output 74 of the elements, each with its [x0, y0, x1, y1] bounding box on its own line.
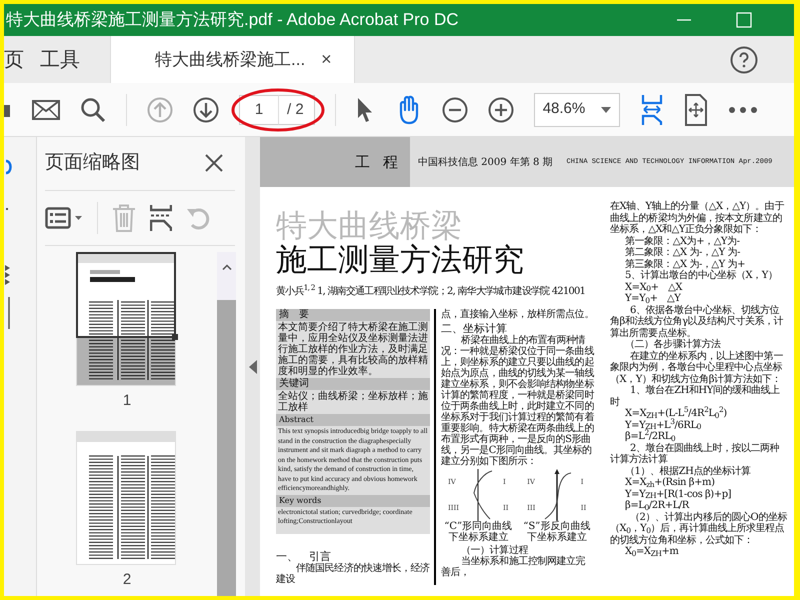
- figure-caption: 下坐标系建立: [526, 532, 588, 543]
- caret-icon: [600, 106, 611, 112]
- section-label: 工 程: [355, 152, 402, 173]
- abstract-heading: 关键词: [276, 378, 430, 390]
- text-line: 第二象限：△X 为-，△Y 为-: [624, 247, 742, 258]
- mail-icon[interactable]: [32, 98, 60, 120]
- page-thumbnail[interactable]: [76, 430, 178, 566]
- text-line: （二）各步骤计算方法: [624, 339, 722, 350]
- page-number-label: 1: [122, 392, 132, 408]
- search-icon[interactable]: [80, 96, 106, 122]
- text-line: X=X$_{zh}$+(Rsin β+m): [624, 477, 716, 488]
- abstract-text: 全站仪；曲线桥梁；坐标放样；施工放样: [277, 390, 429, 414]
- abstract-text: 本文简要介绍了特大桥梁在施工测量中，应用全站仪及坐标测量法进行施工放样的作业方法，及时满足施工的需要，具有比较高的放样精度和明显的作业效率。: [277, 321, 429, 378]
- text-line: β=L$_{0}$/2R+L/R: [624, 500, 690, 512]
- paragraph: 2、墩台在圆曲线上时，按以二两种计算方法计算: [610, 442, 780, 466]
- article-title: 施工测量方法研究: [276, 243, 525, 277]
- paragraph: 6、依据各墩台中心坐标、切线方位角β和法线方位角γ以及结构尺寸关系，计算出所需要点坐标。: [610, 304, 784, 338]
- maximize-icon[interactable]: [736, 12, 752, 28]
- page-number-label: 2: [122, 570, 132, 588]
- next-page-icon[interactable]: [193, 96, 219, 122]
- scroll-up-icon[interactable]: [222, 264, 232, 270]
- collapse-icon[interactable]: [248, 360, 256, 374]
- axes-curve-drawing: [543, 469, 574, 521]
- scrollbar[interactable]: [217, 252, 236, 596]
- text-line: X=X$_{ZH}$+(L-L$^{5}$/4R$^{2}$L$_{0}$$^{2}$): [624, 408, 728, 420]
- tab-close-button[interactable]: ×: [317, 46, 336, 73]
- paragraph: 1、墩台在ZH和HY间的缓和曲线上时: [610, 385, 781, 408]
- text-line: 第三象限：△X 为-，△Y 为+: [624, 258, 746, 270]
- paragraph: 在建立的坐标系内，以上述图中第一象限内为例，各墩台中心里程中心点坐标（X，Y）和切线方位角β计算方法如下：: [610, 350, 784, 384]
- text-line: Y=Y$_{0}$+ △Y: [624, 293, 681, 304]
- help-icon[interactable]: [730, 46, 758, 74]
- page-number-field[interactable]: 1: [239, 94, 279, 124]
- zoom-dropdown[interactable]: 48.6%: [534, 92, 620, 126]
- figure-caption: “C”形同向曲线: [443, 521, 514, 532]
- figure-caption: 下坐标系建立: [447, 532, 510, 543]
- text-line: X=X$_{0}$+ △X: [624, 282, 684, 293]
- close-icon[interactable]: [205, 154, 223, 172]
- page-count: / 2: [279, 94, 315, 124]
- article-title: 特大曲线桥梁: [276, 209, 463, 243]
- abstract-heading: 摘 要: [276, 309, 430, 321]
- nav-tab[interactable]: 页: [4, 36, 40, 83]
- more-icon[interactable]: [728, 106, 758, 114]
- abstract-heading: Key words: [276, 494, 430, 506]
- paragraph: 当坐标系和施工控制网建立完善后，: [441, 556, 586, 578]
- section-heading: 二、坐标计算: [441, 322, 507, 335]
- extract-pages-icon[interactable]: [150, 204, 172, 232]
- paragraph: 点，直接输入坐标，放样所需点位。: [441, 309, 594, 320]
- paragraph: 桥梁在曲线上的布置有两种情况：一种就是桥梁仅位于同一条曲线上，则坐标系的建立只要以曲线的起始点为原点，曲线的切线为某一轴线建立坐标系，则不会影响结构物坐标计算的繁简程度，一种就是桥梁同时位于两条曲线上时，此时建立不同的坐标系对于我们计算过程的繁简有着重要影响。特大桥梁在两条曲线上的布置形式有两种，一是反向的S形曲线，另一是C形同向曲线。其坐标的建立分别如下图所示：: [441, 335, 594, 467]
- panel-title: 页面缩略图: [45, 151, 140, 175]
- text-line: Y=Y$_{ZH}$+[R(1-cos β)+p]: [624, 488, 732, 500]
- section-heading: 一、 引言: [276, 550, 332, 562]
- journal-info: 中国科技信息 2009 年第 8 期: [418, 156, 553, 170]
- zoom-in-icon[interactable]: [488, 96, 514, 122]
- author-line: 黄小兵$^{1, 2}$ 1, 湖南交通工程职业技术学院；2, 南华大学城市建设学院 421001: [276, 285, 586, 298]
- fit-width-icon[interactable]: [640, 94, 664, 126]
- subsection-heading: （一）计算过程: [460, 545, 530, 556]
- page-icon[interactable]: [684, 94, 708, 126]
- paragraph: （2）、计算出内移后的圆心O的坐标（X$_{0}$，Y$_{0}$）后，再计算曲线上所求里程点的切线方位角和坐标，公式如下：: [610, 512, 788, 546]
- paragraph: 在X轴、Y轴上的分量（△X，△Y）。由于曲线上的桥梁均为外偏，按本文所建立的坐标系，△X和△Y正负分象限如下：: [610, 201, 785, 236]
- options-icon[interactable]: [45, 206, 83, 228]
- abstract-heading: Abstract: [276, 414, 430, 426]
- zoom-out-icon[interactable]: [442, 96, 468, 122]
- text-line: X$_{0}$=X$_{ZH}$+m: [624, 546, 680, 558]
- text-line: （1）、根据ZH点的坐标计算: [624, 466, 752, 477]
- window-title: 特大曲线桥梁施工测量方法研究.pdf - Adobe Acrobat Pro DC: [5, 9, 459, 32]
- pointer-icon[interactable]: [356, 96, 374, 122]
- document-tab[interactable]: 特大曲线桥梁施工... ×: [110, 36, 355, 83]
- nav-tab[interactable]: 工具: [40, 36, 96, 83]
- text-line: 5、计算出墩台的中心坐标（X，Y）: [624, 270, 778, 282]
- paragraph: 伴随国民经济的快速增长，经济建设: [276, 562, 430, 584]
- page-thumbnail[interactable]: [76, 252, 178, 388]
- text-line: β=L$^{2}$/2RL$_{0}$: [624, 431, 676, 442]
- text-line: 第一象限：△X为+，△Y为-: [624, 236, 741, 246]
- figure-caption: “S”形反向曲线: [522, 521, 592, 532]
